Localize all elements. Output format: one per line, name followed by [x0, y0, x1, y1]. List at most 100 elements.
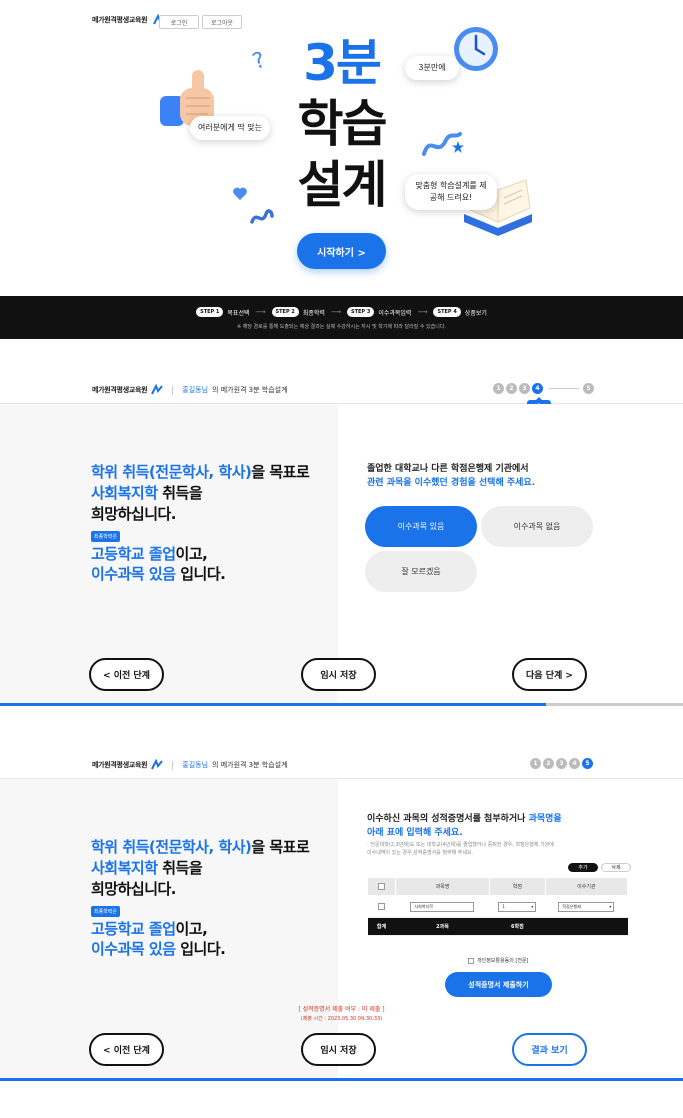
delete-row-button[interactable]: 삭제 [601, 863, 631, 872]
goal-summary: 학위 취득(전문학사, 학사)을 목표로 사회복지학 취득을 희망하십니다. [91, 462, 310, 525]
goal-major: 사회복지학 [91, 484, 158, 502]
prev-step-button[interactable]: < 이전 단계 [89, 658, 164, 691]
submission-time: (제출 시간 : 2023.05.30 09:30:33) [300, 1016, 383, 1022]
education-courses: 이수과목 있음 [91, 940, 176, 958]
progress-bar-fill [0, 1078, 683, 1081]
goal-text: 희망하십니다. [91, 880, 177, 898]
question-line: 관련 과목을 이수했던 경험을 선택해 주세요. [367, 478, 536, 488]
brand-logo-icon [151, 384, 164, 395]
goal-degree: 학위 취득(전문학사, 학사) [91, 463, 252, 481]
next-step-button[interactable]: 다음 단계 > [512, 658, 587, 691]
progress-line [549, 388, 579, 389]
question-line: 졸업한 대학교나 다른 학점은행제 기관에서 [367, 464, 529, 474]
step-panel-4: 메가원격평생교육원 홍길동님 의 메가원격 3분 학습설계 1 2 3 4 5 … [0, 376, 683, 707]
step-panel-5: 메가원격평생교육원 홍길동님 의 메가원격 3분 학습설계 1 2 3 4 5 … [0, 751, 683, 1082]
credit-select[interactable]: 1 ▾ [498, 901, 537, 912]
step-list: STEP 1 목표선택 ⟶ STEP 2 최종학력 ⟶ STEP 3 이수과목입… [0, 307, 683, 317]
column-header: 과목명 [395, 877, 490, 896]
step-4: STEP 4 상품보기 [433, 307, 487, 317]
credit-cell: 1 ▾ [489, 895, 546, 918]
progress-bar [0, 1078, 683, 1081]
step-chip: STEP 2 [271, 307, 299, 317]
goal-text: 희망하십니다. [91, 505, 177, 523]
sum-empty [545, 917, 628, 936]
goal-major: 사회복지학 [91, 859, 158, 877]
hero-title-study: 학습 [297, 95, 388, 153]
brand-name: 메가원격평생교육원 [92, 761, 148, 769]
submit-transcript-button[interactable]: 성적증명서 제출하기 [445, 972, 552, 997]
question-line: 아래 표에 입력해 주세요. [367, 828, 463, 838]
institution-select[interactable]: 학점은행제 ▾ [558, 901, 615, 912]
prev-step-button[interactable]: < 이전 단계 [89, 1033, 164, 1066]
chevron-down-icon: ▾ [531, 903, 534, 909]
sum-credits: 6학점 [489, 917, 546, 936]
step-label: 상품보기 [464, 309, 487, 317]
goal-text: 을 목표로 [251, 838, 310, 856]
start-button[interactable]: 시작하기 > [297, 233, 386, 269]
panel-header: 메가원격평생교육원 홍길동님 의 메가원격 3분 학습설계 1 2 3 4 5 [0, 751, 683, 779]
progress-steps: 1 2 3 4 5 [530, 758, 595, 769]
option-not-sure[interactable]: 잘 모르겠음 [365, 551, 477, 592]
goal-degree: 학위 취득(전문학사, 학사) [91, 838, 252, 856]
credit-value: 1 [502, 903, 505, 909]
progress-dot: 2 [506, 383, 517, 394]
note-line: 이수내역이 있는 경우 성적증명서를 첨부해 주세요. [367, 850, 474, 856]
save-draft-button[interactable]: 임시 저장 [301, 1033, 376, 1066]
progress-bar-fill [0, 703, 547, 706]
note-line: - 전문대학(2,3년제)도 또는 대학교(4년제)를 졸업했거나 중퇴한 경우… [367, 842, 554, 848]
hero-section: 메가원격평생교육원 로그인 로그아웃 ? 여러분에게 딱 맞는 3분만에 맞춤형… [0, 0, 683, 296]
step-label: 최종학력 [302, 309, 325, 317]
consent-checkbox[interactable] [468, 957, 474, 964]
goal-text: 을 목표로 [251, 463, 310, 481]
chevron-down-icon: ▾ [609, 903, 612, 909]
login-button[interactable]: 로그인 [159, 15, 199, 29]
brand-name: 메가원격평생교육원 [92, 16, 148, 24]
progress-bar [0, 703, 683, 706]
divider [172, 760, 174, 770]
step-3: STEP 3 이수과목입력 [347, 307, 411, 317]
brand[interactable]: 메가원격평생교육원 홍길동님 의 메가원격 3분 학습설계 [92, 759, 288, 771]
step-label: 이수과목입력 [378, 309, 412, 317]
education-courses: 이수과목 있음 [91, 565, 176, 583]
subject-input[interactable]: 사회복지학 [410, 901, 475, 912]
subject-cell: 사회복지학 [395, 895, 490, 918]
brand[interactable]: 메가원격평생교육원 [92, 14, 166, 26]
user-name: 홍길동님 [182, 761, 209, 769]
select-all-checkbox[interactable] [378, 883, 385, 890]
logout-button[interactable]: 로그아웃 [202, 15, 242, 29]
select-all-cell [367, 877, 396, 896]
education-chip: 최종학력은 [91, 531, 121, 542]
hero-title-design: 설계 [297, 156, 388, 214]
row-checkbox[interactable] [378, 903, 385, 910]
progress-dot: 5 [583, 383, 594, 394]
progress-steps: 1 2 3 4 5 [493, 383, 596, 394]
progress-dot: 2 [543, 758, 554, 769]
column-header: 이수기관 [544, 877, 629, 896]
view-result-button[interactable]: 결과 보기 [512, 1033, 587, 1066]
course-table: 과목명 학점 이수기관 사회복지학 1 ▾ 학점은행제 ▾ 합계 2과목 6학점 [367, 877, 629, 936]
table-header-row: 과목명 학점 이수기관 [367, 877, 629, 896]
step-note: ※ 해당 경로를 통해 도출되는 예상 결과는 실제 수강하시는 자시 및 학기… [236, 324, 447, 330]
option-no-courses[interactable]: 이수과목 없음 [481, 506, 593, 547]
divider [172, 385, 174, 395]
column-header: 학점 [488, 877, 546, 896]
option-has-courses[interactable]: 이수과목 있음 [365, 506, 477, 547]
panel-header: 메가원격평생교육원 홍길동님 의 메가원격 3분 학습설계 1 2 3 4 5 … [0, 376, 683, 413]
brand[interactable]: 메가원격평생교육원 홍길동님 의 메가원격 3분 학습설계 [92, 384, 288, 396]
education-text: 이고, [175, 920, 208, 938]
progress-dot-active: 4 [532, 383, 543, 394]
step-chip: STEP 4 [433, 307, 461, 317]
save-draft-button[interactable]: 임시 저장 [301, 658, 376, 691]
education-level: 고등학교 졸업 [91, 920, 176, 938]
goal-summary: 학위 취득(전문학사, 학사)을 목표로 사회복지학 취득을 희망하십니다. [91, 837, 310, 900]
hero-title-time: 3분 [303, 34, 382, 92]
progress-dot-active: 5 [582, 758, 593, 769]
privacy-consent[interactable]: 개인정보활용동의 [전문] [468, 957, 529, 964]
add-row-button[interactable]: 추가 [568, 863, 598, 872]
step-label: 목표선택 [227, 309, 250, 317]
progress-dot: 1 [530, 758, 541, 769]
brand-logo-icon [151, 759, 164, 770]
row-select-cell [367, 895, 396, 918]
arrow-right-icon: ⟶ [330, 308, 341, 316]
table-row: 사회복지학 1 ▾ 학점은행제 ▾ [367, 895, 628, 918]
